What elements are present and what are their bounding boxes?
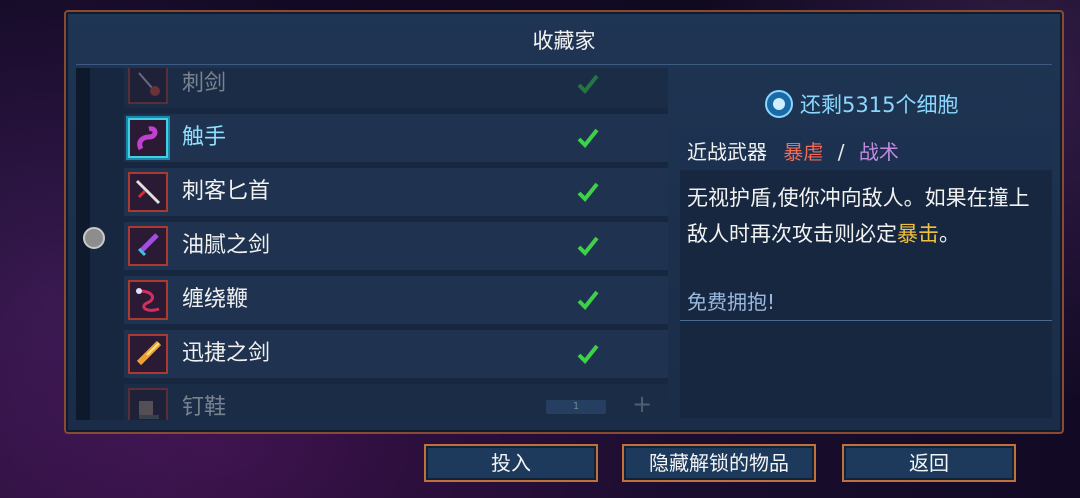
item-name: 刺剑 [182,71,227,96]
brutality-tag: 暴虐 [783,140,824,164]
checkmark-icon [577,74,599,94]
free-hugs-text: 免费拥抱! [687,290,776,314]
list-item[interactable]: 缠绕鞭 [124,276,668,324]
checkmark-icon [577,344,599,364]
oiled-sword-icon [128,226,168,266]
item-name: 触手 [182,125,227,150]
item-name: 钉鞋 [182,395,227,420]
item-name: 缠绕鞭 [182,287,249,312]
weapon-type-row: 近战武器 暴虐 / 战术 [680,134,1052,170]
weapon-category: 近战武器 [687,140,767,164]
plus-button[interactable]: + [632,390,652,418]
crit-keyword: 暴击 [897,222,939,246]
divider [680,320,1052,321]
checkmark-icon [577,236,599,256]
cell-count-text: 还剩5315个细胞 [800,93,959,117]
window-title: 收藏家 [76,18,1052,65]
back-button[interactable]: 返回 [842,444,1016,482]
rapier-icon [128,68,168,104]
spiked-boots-icon [128,388,168,420]
assassin-dagger-icon [128,172,168,212]
hide-unlocked-button[interactable]: 隐藏解锁的物品 [622,444,816,482]
description-text: 无视护盾,使你冲向敌人。如果在撞上敌人时再次攻击则必定 [687,186,1030,246]
list-item[interactable]: 触手 [124,114,668,162]
tag-separator: / [837,140,845,164]
checkmark-icon [577,128,599,148]
swift-sword-icon [128,334,168,374]
invest-count: 1 [546,400,606,414]
list-item[interactable]: 刺客匕首 [124,168,668,216]
list-item[interactable]: 刺剑 [124,68,668,108]
item-name: 迅捷之剑 [182,341,271,366]
tentacle-icon [128,118,168,158]
item-detail-panel: 近战武器 暴虐 / 战术 无视护盾,使你冲向敌人。如果在撞上敌人时再次攻击则必定… [680,134,1052,418]
tactics-tag: 战术 [858,140,899,164]
checkmark-icon [577,290,599,310]
item-list[interactable]: 刺剑 触手 刺客匕首 油腻之剑 缠绕鞭 迅捷之剑 钉鞋 1 + [76,68,668,420]
item-name: 油腻之剑 [182,233,271,258]
item-description: 无视护盾,使你冲向敌人。如果在撞上敌人时再次攻击则必定暴击。 [687,180,1047,252]
scrollbar-handle[interactable] [83,227,105,249]
cell-icon [765,90,793,118]
description-end: 。 [939,222,960,246]
list-item[interactable]: 钉鞋 1 + [124,384,668,420]
item-name: 刺客匕首 [182,179,271,204]
invest-button[interactable]: 投入 [424,444,598,482]
wrenching-whip-icon [128,280,168,320]
list-item[interactable]: 油腻之剑 [124,222,668,270]
list-item[interactable]: 迅捷之剑 [124,330,668,378]
checkmark-icon [577,182,599,202]
cell-counter: 还剩5315个细胞 [764,84,1064,124]
